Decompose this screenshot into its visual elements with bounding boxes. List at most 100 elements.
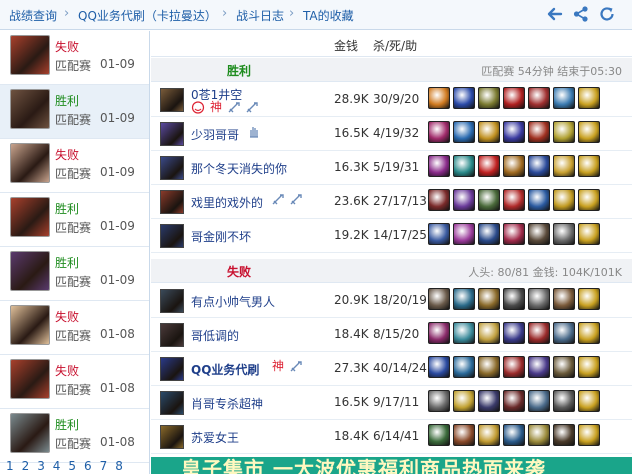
item-icon[interactable] — [553, 288, 575, 310]
item-icon[interactable] — [528, 288, 550, 310]
item-icon[interactable] — [553, 322, 575, 344]
player-name[interactable]: 哥低调的 — [191, 327, 239, 344]
item-icon[interactable] — [478, 223, 500, 245]
item-icon[interactable] — [528, 356, 550, 378]
player-name[interactable]: QQ业务代刷 — [191, 361, 259, 378]
match-list-item[interactable]: 失败 匹配赛 01-08 — [0, 301, 149, 355]
trinket-item-icon[interactable] — [578, 390, 600, 412]
item-icon[interactable] — [453, 189, 475, 211]
item-icon[interactable] — [478, 288, 500, 310]
trinket-item-icon[interactable] — [578, 356, 600, 378]
item-icon[interactable] — [553, 155, 575, 177]
item-icon[interactable] — [428, 155, 450, 177]
player-row[interactable]: 0苍1井空神 28.9K 30/9/20 — [151, 83, 632, 117]
item-icon[interactable] — [453, 390, 475, 412]
item-icon[interactable] — [553, 87, 575, 109]
item-icon[interactable] — [428, 424, 450, 446]
refresh-icon[interactable] — [598, 5, 616, 23]
player-row[interactable]: QQ业务代刷神 27.3K 40/14/24 — [151, 352, 632, 386]
trinket-item-icon[interactable] — [578, 155, 600, 177]
page-link[interactable]: 5 — [68, 459, 76, 473]
player-row[interactable]: 哥金刚不坏 19.2K 14/17/25 — [151, 219, 632, 253]
item-icon[interactable] — [453, 322, 475, 344]
item-icon[interactable] — [453, 288, 475, 310]
item-icon[interactable] — [503, 424, 525, 446]
item-icon[interactable] — [453, 87, 475, 109]
player-row[interactable]: 戏里的戏外的 23.6K 27/17/13 — [151, 185, 632, 219]
item-icon[interactable] — [503, 390, 525, 412]
item-icon[interactable] — [553, 223, 575, 245]
player-name[interactable]: 哥金刚不坏 — [191, 228, 251, 245]
item-icon[interactable] — [528, 390, 550, 412]
trinket-item-icon[interactable] — [578, 189, 600, 211]
item-icon[interactable] — [478, 390, 500, 412]
item-icon[interactable] — [553, 390, 575, 412]
match-list-item[interactable]: 胜利 匹配赛 01-09 — [0, 85, 149, 139]
player-row[interactable]: 少羽哥哥 16.5K 4/19/32 — [151, 117, 632, 151]
player-name[interactable]: 肖哥专杀超神 — [191, 395, 263, 412]
trinket-item-icon[interactable] — [578, 322, 600, 344]
item-icon[interactable] — [528, 424, 550, 446]
item-icon[interactable] — [503, 87, 525, 109]
item-icon[interactable] — [503, 121, 525, 143]
player-name[interactable]: 苏爱女王 — [191, 429, 239, 446]
promo-banner[interactable]: 皇子集市 一大波优惠福利商品热面来袭 — [151, 457, 632, 474]
match-list-item[interactable]: 胜利 匹配赛 01-08 — [0, 409, 149, 463]
item-icon[interactable] — [478, 121, 500, 143]
item-icon[interactable] — [553, 121, 575, 143]
page-link[interactable]: 4 — [53, 459, 61, 473]
item-icon[interactable] — [453, 121, 475, 143]
item-icon[interactable] — [503, 189, 525, 211]
page-link[interactable]: 1 — [6, 459, 14, 473]
item-icon[interactable] — [453, 223, 475, 245]
item-icon[interactable] — [478, 322, 500, 344]
item-icon[interactable] — [428, 121, 450, 143]
match-list-item[interactable]: 失败 匹配赛 01-09 — [0, 31, 149, 85]
item-icon[interactable] — [453, 424, 475, 446]
page-link[interactable]: 2 — [22, 459, 30, 473]
item-icon[interactable] — [428, 288, 450, 310]
item-icon[interactable] — [503, 356, 525, 378]
player-name[interactable]: 有点小帅气男人 — [191, 293, 275, 310]
item-icon[interactable] — [453, 155, 475, 177]
breadcrumb-battle-log[interactable]: 战斗日志 — [236, 7, 284, 24]
player-name[interactable]: 少羽哥哥 — [191, 126, 239, 143]
item-icon[interactable] — [478, 155, 500, 177]
item-icon[interactable] — [553, 424, 575, 446]
match-list-item[interactable]: 失败 匹配赛 01-08 — [0, 355, 149, 409]
breadcrumb-record-query[interactable]: 战绩查询 — [9, 7, 57, 24]
item-icon[interactable] — [503, 155, 525, 177]
item-icon[interactable] — [478, 424, 500, 446]
item-icon[interactable] — [428, 189, 450, 211]
item-icon[interactable] — [428, 356, 450, 378]
match-list-item[interactable]: 胜利 匹配赛 01-09 — [0, 193, 149, 247]
page-link[interactable]: 7 — [100, 459, 108, 473]
player-row[interactable]: 苏爱女王 18.4K 6/14/41 — [151, 420, 632, 454]
page-link[interactable]: 3 — [37, 459, 45, 473]
item-icon[interactable] — [478, 87, 500, 109]
back-arrow-icon[interactable] — [546, 5, 564, 23]
item-icon[interactable] — [478, 356, 500, 378]
item-icon[interactable] — [528, 121, 550, 143]
player-name[interactable]: 那个冬天消失的你 — [191, 160, 287, 177]
item-icon[interactable] — [503, 288, 525, 310]
item-icon[interactable] — [503, 223, 525, 245]
item-icon[interactable] — [528, 155, 550, 177]
player-row[interactable]: 哥低调的 18.4K 8/15/20 — [151, 318, 632, 352]
player-row[interactable]: 有点小帅气男人 20.9K 18/20/19 — [151, 284, 632, 318]
trinket-item-icon[interactable] — [578, 121, 600, 143]
trinket-item-icon[interactable] — [578, 223, 600, 245]
page-link[interactable]: 6 — [84, 459, 92, 473]
player-row[interactable]: 那个冬天消失的你 16.3K 5/19/31 — [151, 151, 632, 185]
breadcrumb-account[interactable]: QQ业务代刷（卡拉曼达） — [78, 7, 217, 24]
item-icon[interactable] — [428, 87, 450, 109]
trinket-item-icon[interactable] — [578, 87, 600, 109]
item-icon[interactable] — [428, 223, 450, 245]
item-icon[interactable] — [528, 223, 550, 245]
item-icon[interactable] — [503, 322, 525, 344]
item-icon[interactable] — [528, 189, 550, 211]
trinket-item-icon[interactable] — [578, 288, 600, 310]
player-row[interactable]: 肖哥专杀超神 16.5K 9/17/11 — [151, 386, 632, 420]
item-icon[interactable] — [428, 390, 450, 412]
match-list-item[interactable]: 胜利 匹配赛 01-09 — [0, 247, 149, 301]
